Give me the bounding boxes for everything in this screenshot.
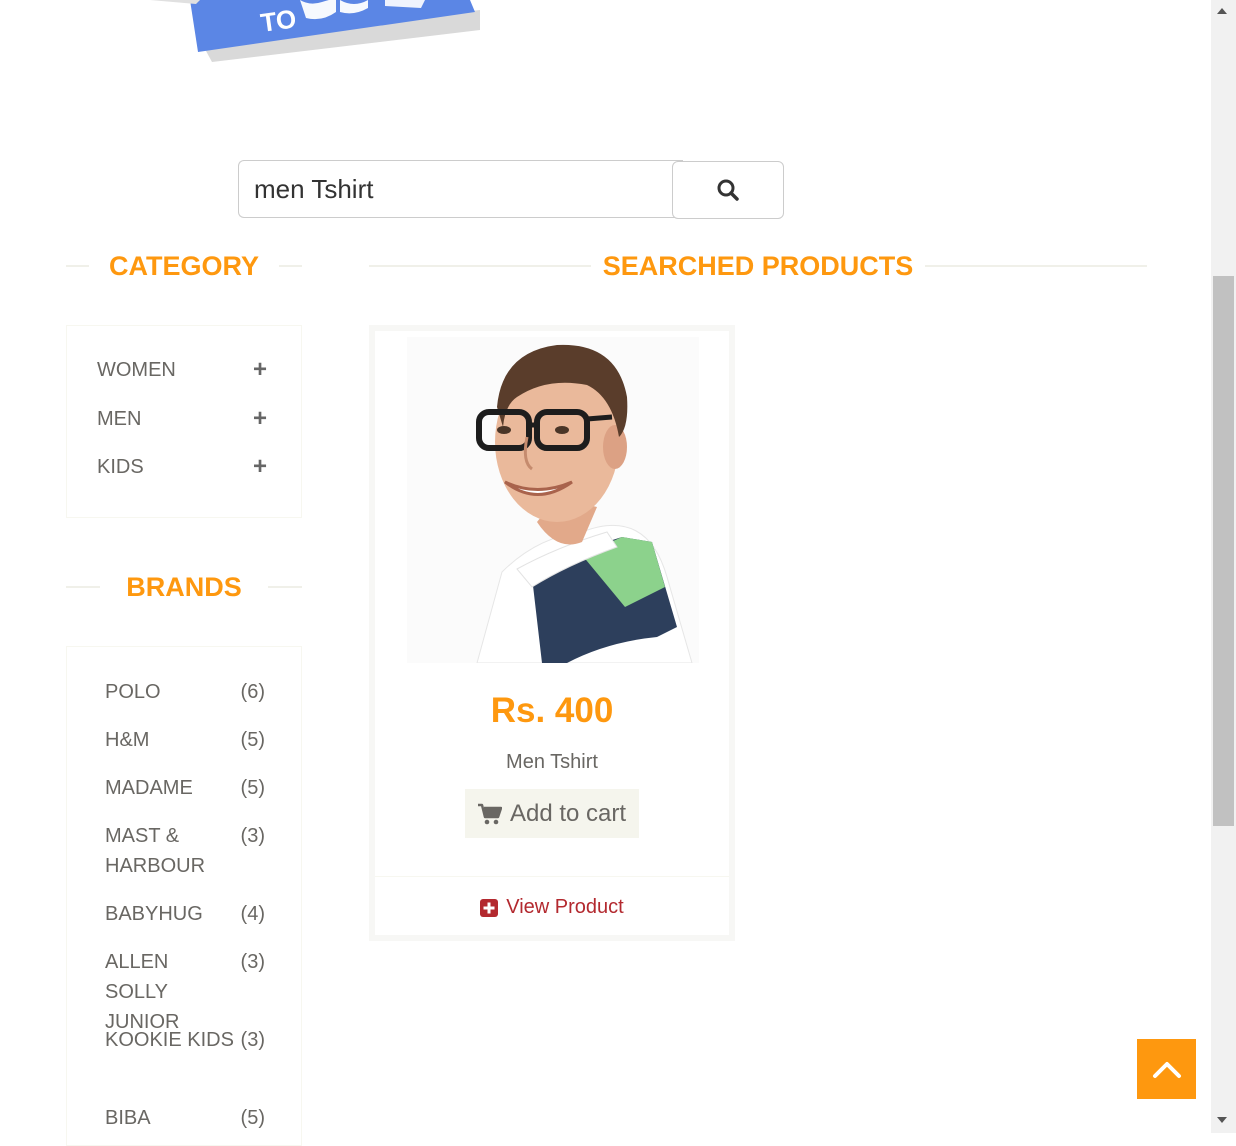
brands-heading: BRANDS: [66, 567, 303, 607]
category-heading: CATEGORY: [66, 246, 303, 286]
plus-icon[interactable]: +: [253, 405, 267, 433]
category-title: CATEGORY: [109, 250, 260, 281]
search-input[interactable]: [238, 160, 683, 218]
cart-icon: [477, 803, 502, 824]
banner-text: TO: [259, 3, 298, 38]
brand-count: (5): [240, 1107, 265, 1129]
brand-name: ALLEN SOLLY JUNIOR: [105, 951, 180, 1033]
brand-item[interactable]: POLO (6): [105, 677, 265, 707]
divider: [66, 586, 101, 588]
brand-count: (3): [240, 951, 265, 973]
brands-panel: POLO (6) H&M (5) MADAME (5) MAST & HARBO…: [66, 646, 302, 1146]
add-to-cart-label: Add to cart: [509, 799, 627, 827]
chevron-up-icon: [1152, 1062, 1181, 1078]
scrollbar-thumb[interactable]: [1213, 276, 1234, 826]
plus-square-icon: [480, 898, 499, 917]
divider: [375, 876, 729, 877]
category-label: KIDS: [97, 455, 144, 478]
products-title: SEARCHED PRODUCTS: [602, 250, 914, 281]
brand-count: (5): [240, 777, 265, 799]
category-panel: WOMEN + MEN + KIDS +: [66, 325, 302, 518]
divider: [279, 265, 303, 267]
category-label: WOMEN: [97, 358, 176, 381]
category-item-kids[interactable]: KIDS +: [97, 452, 267, 482]
brand-count: (3): [240, 1029, 265, 1051]
scroll-up-arrow-icon[interactable]: [1217, 8, 1227, 14]
divider: [267, 586, 303, 588]
brand-name: MADAME: [105, 777, 193, 799]
plus-icon[interactable]: +: [253, 453, 267, 481]
product-image[interactable]: [407, 337, 699, 663]
scroll-down-arrow-icon[interactable]: [1217, 1117, 1227, 1123]
product-card: Rs. 400 Men Tshirt Add to cart View Prod…: [369, 325, 735, 941]
brand-name: BIBA: [105, 1107, 151, 1129]
scroll-to-top-button[interactable]: [1137, 1039, 1196, 1099]
divider: [369, 265, 591, 267]
category-item-men[interactable]: MEN +: [97, 404, 267, 434]
search-bar: [238, 160, 784, 220]
category-item-women[interactable]: WOMEN +: [97, 355, 267, 385]
brand-name: POLO: [105, 681, 161, 703]
brand-name: H&M: [105, 729, 150, 751]
brand-count: (5): [240, 729, 265, 751]
divider: [66, 265, 89, 267]
brands-title: BRANDS: [126, 571, 242, 602]
products-heading: SEARCHED PRODUCTS: [369, 246, 1147, 286]
brand-name: MAST & HARBOUR: [105, 825, 206, 877]
product-name: Men Tshirt: [506, 751, 598, 773]
scrollbar[interactable]: [1211, 0, 1236, 1133]
search-button[interactable]: [672, 161, 784, 219]
category-label: MEN: [97, 407, 142, 430]
view-product-label: View Product: [506, 896, 624, 918]
plus-icon[interactable]: +: [253, 356, 267, 384]
sale-banner: TO: [140, 0, 485, 62]
brand-item[interactable]: ALLEN SOLLY JUNIOR (3): [105, 947, 265, 1037]
product-price: Rs. 400: [490, 691, 614, 730]
brand-item[interactable]: BIBA (5): [105, 1103, 265, 1133]
brand-count: (6): [240, 681, 265, 703]
brand-count: (3): [240, 825, 265, 847]
brand-item[interactable]: BABYHUG (4): [105, 899, 265, 929]
brand-item[interactable]: MAST & HARBOUR (3): [105, 821, 265, 881]
search-icon: [717, 179, 739, 201]
add-to-cart-button[interactable]: Add to cart: [465, 789, 639, 838]
brand-name: BABYHUG: [105, 903, 203, 925]
brand-item[interactable]: H&M (5): [105, 725, 265, 755]
view-product-link[interactable]: View Product: [375, 896, 729, 919]
brand-name: KOOKIE KIDS: [105, 1029, 234, 1051]
brand-count: (4): [240, 903, 265, 925]
brand-item[interactable]: KOOKIE KIDS (3): [105, 1025, 265, 1055]
brand-item[interactable]: MADAME (5): [105, 773, 265, 803]
divider: [925, 265, 1147, 267]
